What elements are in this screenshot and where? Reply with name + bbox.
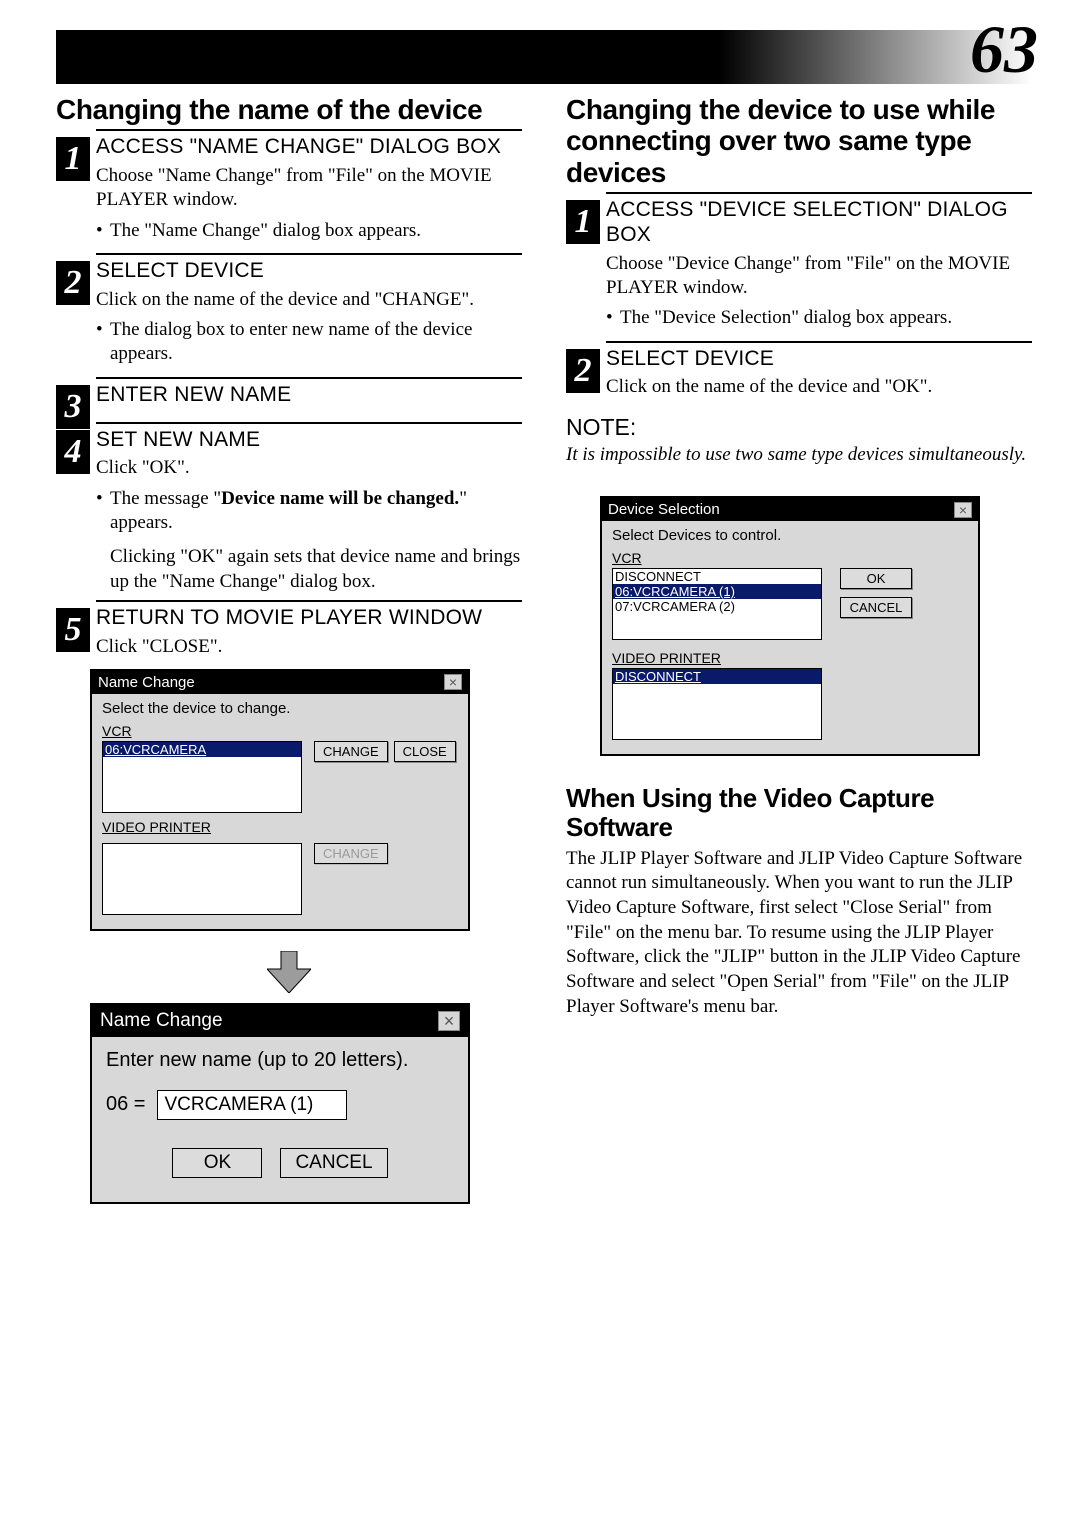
dialog-titlebar: Device Selection ×: [602, 498, 978, 521]
arrow-down-icon: [267, 951, 311, 993]
dialog-titlebar: Name Change ×: [92, 1005, 468, 1037]
step-number: 2: [566, 349, 600, 393]
step-bullet: The "Device Selection" dialog box appear…: [606, 306, 1032, 330]
close-icon[interactable]: ×: [444, 674, 462, 690]
change-button-disabled: CHANGE: [314, 843, 388, 864]
list-item[interactable]: 06:VCRCAMERA (1): [613, 584, 821, 599]
dialog-title: Device Selection: [608, 501, 720, 518]
left-step-1: 1 ACCESS "NAME CHANGE" DIALOG BOX Choose…: [56, 135, 522, 243]
device-selection-dialog: Device Selection × Select Devices to con…: [600, 496, 980, 756]
step-extra: Clicking "OK" again sets that device nam…: [96, 545, 522, 594]
name-input[interactable]: VCRCAMERA (1): [157, 1090, 347, 1120]
close-icon[interactable]: ×: [954, 502, 972, 518]
note-label: NOTE:: [566, 414, 1032, 441]
list-item[interactable]: DISCONNECT: [613, 569, 821, 584]
name-change-dialog-1: Name Change × Select the device to chang…: [90, 669, 470, 931]
step-bullet: The message "Device name will be changed…: [96, 487, 522, 536]
step-number: 3: [56, 385, 90, 429]
capture-software-paragraph: The JLIP Player Software and JLIP Video …: [566, 847, 1032, 1020]
video-printer-listbox[interactable]: [102, 843, 302, 915]
left-step-2: 2 SELECT DEVICE Click on the name of the…: [56, 259, 522, 367]
step-title: SELECT DEVICE: [96, 259, 522, 284]
cancel-button[interactable]: CANCEL: [840, 597, 912, 618]
video-printer-label: VIDEO PRINTER: [102, 819, 458, 835]
step-number: 4: [56, 430, 90, 474]
step-body: Choose "Name Change" from "File" on the …: [96, 164, 522, 213]
left-step-4: 4 SET NEW NAME Click "OK". The message "…: [56, 428, 522, 594]
step-number: 5: [56, 608, 90, 652]
step-title: RETURN TO MOVIE PLAYER WINDOW: [96, 606, 522, 631]
ok-button[interactable]: OK: [172, 1148, 262, 1178]
left-step-5: 5 RETURN TO MOVIE PLAYER WINDOW Click "C…: [56, 606, 522, 659]
step-bullet: The dialog box to enter new name of the …: [96, 318, 522, 367]
right-heading: Changing the device to use while connect…: [566, 94, 1032, 188]
step-body: Click "CLOSE".: [96, 635, 522, 659]
left-step-3: 3 ENTER NEW NAME: [56, 383, 522, 408]
dialog-instruction: Select Devices to control.: [612, 527, 968, 544]
step-body: Click on the name of the device and "OK"…: [606, 375, 1032, 399]
vcr-label: VCR: [102, 723, 458, 739]
step-title: ACCESS "DEVICE SELECTION" DIALOG BOX: [606, 198, 1032, 248]
dialog-titlebar: Name Change ×: [92, 671, 468, 694]
step-number: 1: [56, 137, 90, 181]
ok-button[interactable]: OK: [840, 568, 912, 589]
list-item[interactable]: 06:VCRCAMERA: [103, 742, 301, 757]
step-title: ENTER NEW NAME: [96, 383, 522, 408]
page-number: 63: [970, 10, 1038, 89]
right-step-2: 2 SELECT DEVICE Click on the name of the…: [566, 347, 1032, 400]
video-printer-listbox[interactable]: DISCONNECT: [612, 668, 822, 740]
right-heading-2: When Using the Video Capture Software: [566, 784, 1032, 842]
vcr-label: VCR: [612, 550, 822, 566]
step-body: Click on the name of the device and "CHA…: [96, 288, 522, 312]
left-heading: Changing the name of the device: [56, 94, 522, 125]
name-change-dialog-2: Name Change × Enter new name (up to 20 l…: [90, 1003, 470, 1204]
step-number: 1: [566, 200, 600, 244]
video-printer-label: VIDEO PRINTER: [612, 650, 822, 666]
header-bar: 63: [56, 30, 1032, 84]
dialog-instruction: Enter new name (up to 20 letters).: [106, 1049, 454, 1072]
change-button[interactable]: CHANGE: [314, 741, 388, 762]
close-icon[interactable]: ×: [438, 1011, 460, 1031]
step-number: 2: [56, 261, 90, 305]
list-item[interactable]: 07:VCRCAMERA (2): [613, 599, 821, 614]
dialog-title: Name Change: [100, 1010, 223, 1032]
right-column: Changing the device to use while connect…: [566, 94, 1032, 1224]
dialog-instruction: Select the device to change.: [102, 700, 458, 717]
id-prefix: 06 =: [106, 1093, 145, 1116]
step-bullet: The "Name Change" dialog box appears.: [96, 219, 522, 243]
step-title: SET NEW NAME: [96, 428, 522, 453]
right-step-1: 1 ACCESS "DEVICE SELECTION" DIALOG BOX C…: [566, 198, 1032, 330]
close-button[interactable]: CLOSE: [394, 741, 456, 762]
step-title: ACCESS "NAME CHANGE" DIALOG BOX: [96, 135, 522, 160]
step-body: Choose "Device Change" from "File" on th…: [606, 252, 1032, 301]
vcr-listbox[interactable]: DISCONNECT 06:VCRCAMERA (1) 07:VCRCAMERA…: [612, 568, 822, 640]
step-body: Click "OK".: [96, 456, 522, 480]
note-body: It is impossible to use two same type de…: [566, 443, 1032, 467]
dialog-title: Name Change: [98, 674, 195, 691]
vcr-listbox[interactable]: 06:VCRCAMERA: [102, 741, 302, 813]
step-title: SELECT DEVICE: [606, 347, 1032, 372]
list-item[interactable]: DISCONNECT: [613, 669, 821, 684]
cancel-button[interactable]: CANCEL: [280, 1148, 387, 1178]
left-column: Changing the name of the device 1 ACCESS…: [56, 94, 522, 1224]
